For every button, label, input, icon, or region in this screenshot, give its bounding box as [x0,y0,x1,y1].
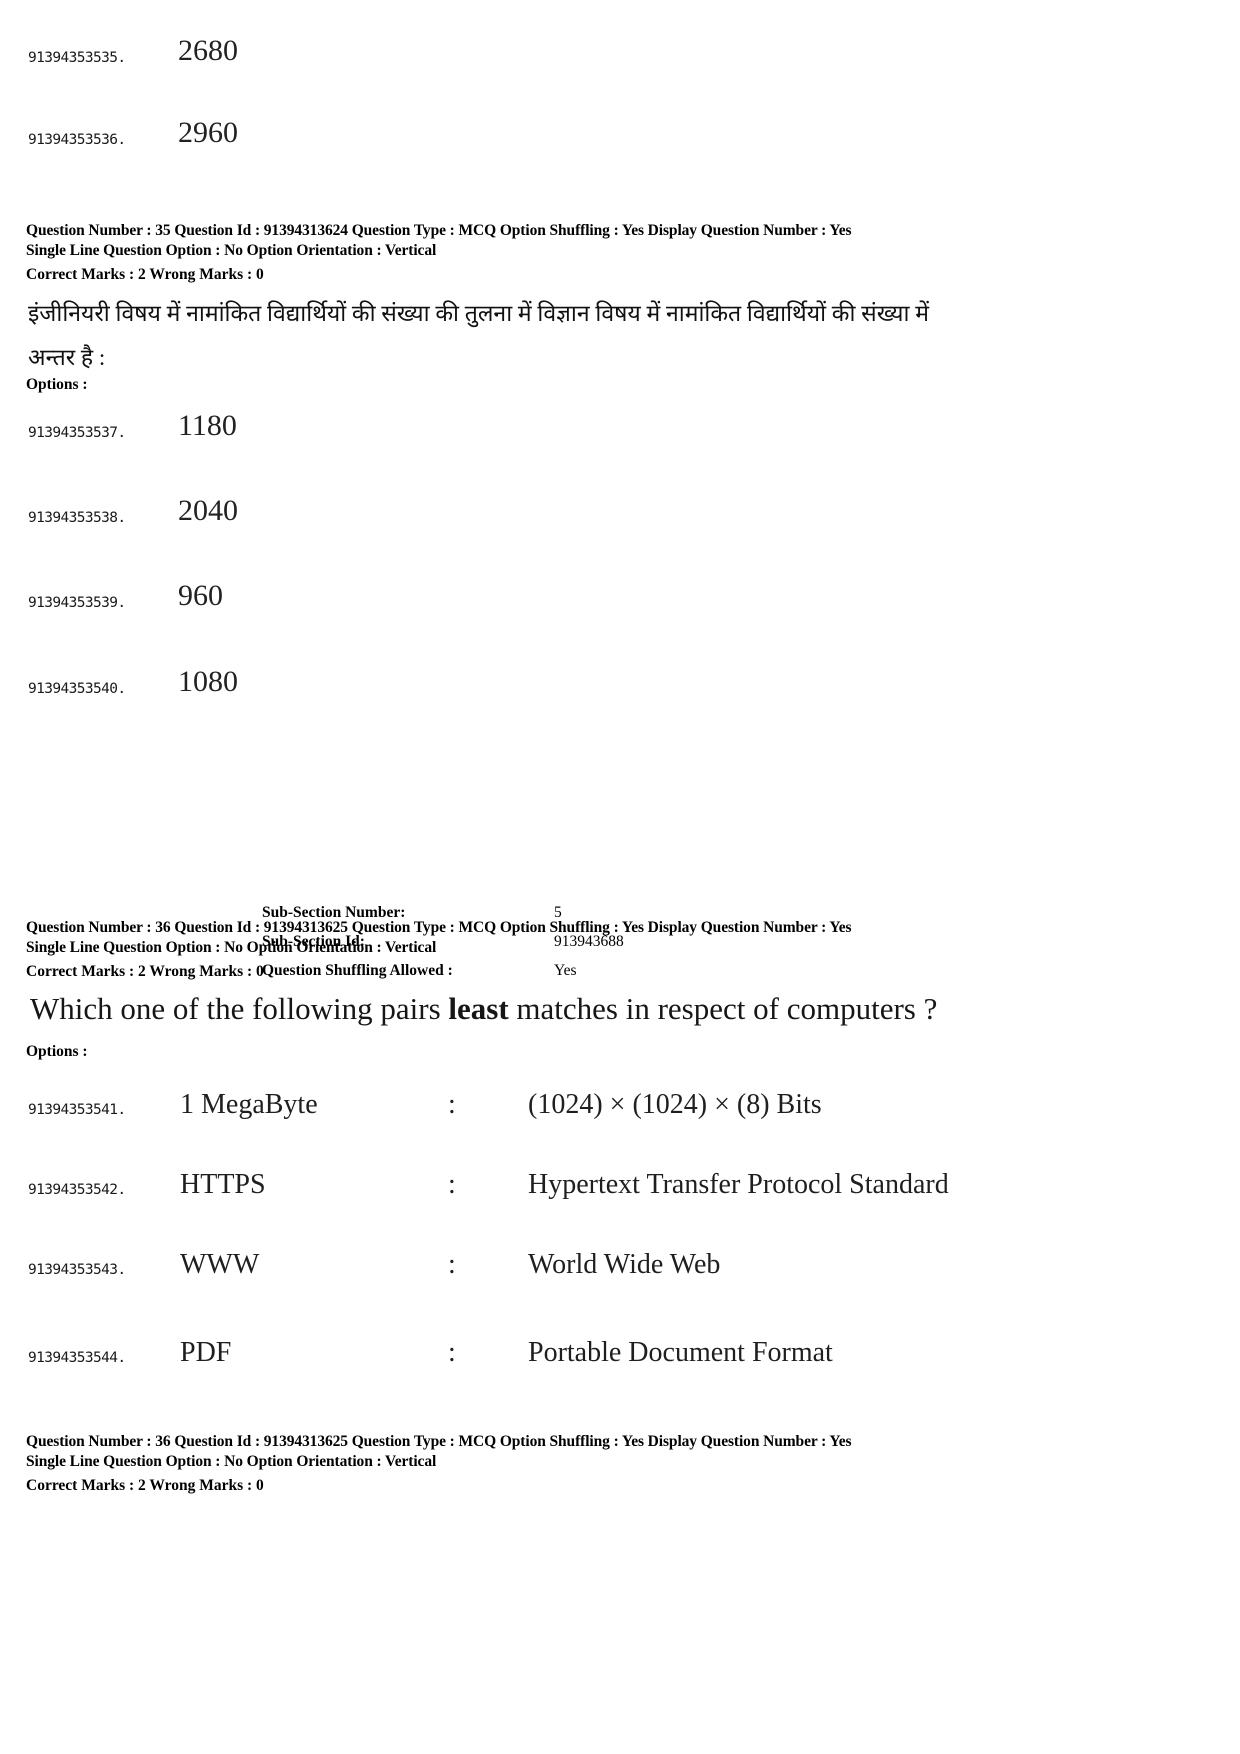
option-row[interactable]: 91394353538. 2040 [28,470,1208,530]
option-value: 2040 [178,494,238,527]
footer-question-meta: Question Number : 36 Question Id : 91394… [26,1432,852,1472]
option-row[interactable]: 91394353535. 2680 [28,10,1208,70]
option-id: 91394353536. [28,132,126,148]
option-row[interactable]: 91394353539. 960 [28,555,1208,615]
option-pair-right: World Wide Web [528,1249,721,1280]
option-value: 1180 [178,409,237,442]
option-pair-separator: : [448,1249,456,1280]
question-stem-emphasis: least [448,991,509,1026]
option-row[interactable]: 91394353543. WWW : World Wide Web [28,1220,1208,1282]
option-id: 91394353535. [28,50,126,66]
option-row[interactable]: 91394353540. 1080 [28,641,1208,701]
option-pair-left: 1 MegaByte [180,1089,318,1120]
option-pair-separator: : [448,1169,456,1200]
question-36-marks: Correct Marks : 2 Wrong Marks : 0 [26,963,264,980]
footer-meta-line-2: Single Line Question Option : No Option … [26,1453,437,1470]
question-35-meta: Question Number : 35 Question Id : 91394… [26,221,852,261]
question-stem-pre: Which one of the following pairs [30,991,449,1026]
question-stem-post: matches in respect of computers ? [508,991,938,1026]
option-value: 2680 [178,34,238,67]
footer-meta-line-1: Question Number : 36 Question Id : 91394… [26,1433,852,1450]
exam-page: 91394353535. 2680 91394353536. 2960 Ques… [0,0,1240,1754]
option-row[interactable]: 91394353537. 1180 [28,385,1208,445]
option-pair-right: Portable Document Format [528,1337,833,1368]
question-shuffling-row: Question Shuffling Allowed : Yes [262,956,624,985]
option-value: 1080 [178,665,238,698]
option-pair-left: PDF [180,1337,232,1368]
question-35-stem: इंजीनियरी विषय में नामांकित विद्यार्थियो… [28,292,1208,380]
option-id: 91394353542. [28,1182,126,1198]
option-id: 91394353540. [28,681,126,697]
option-pair-separator: : [448,1089,456,1120]
option-pair-left: HTTPS [180,1169,266,1200]
option-id: 91394353539. [28,595,126,611]
option-pair-right: (1024) × (1024) × (8) Bits [528,1089,822,1120]
question-meta-line-2: Single Line Question Option : No Option … [26,939,437,956]
option-row[interactable]: 91394353536. 2960 [28,92,1208,152]
option-id: 91394353544. [28,1350,126,1366]
option-row[interactable]: 91394353541. 1 MegaByte : (1024) × (1024… [28,1060,1208,1122]
option-pair-left: WWW [180,1249,260,1280]
question-stem-line-2: अन्तर है : [28,345,106,370]
question-meta-line-2: Single Line Question Option : No Option … [26,242,437,259]
footer-marks: Correct Marks : 2 Wrong Marks : 0 [26,1477,264,1494]
question-shuffling-value: Yes [554,962,577,979]
question-meta-line-1: Question Number : 35 Question Id : 91394… [26,222,852,239]
question-meta-line-1: Question Number : 36 Question Id : 91394… [26,919,852,936]
options-label: Options : [26,1043,88,1060]
question-shuffling-label: Question Shuffling Allowed : [262,962,453,979]
option-pair-separator: : [448,1337,456,1368]
question-36-stem: Which one of the following pairs least m… [30,990,1210,1028]
question-36-meta: Question Number : 36 Question Id : 91394… [26,918,852,958]
option-id: 91394353538. [28,510,126,526]
option-row[interactable]: 91394353542. HTTPS : Hypertext Transfer … [28,1140,1208,1202]
question-stem-line-1: इंजीनियरी विषय में नामांकित विद्यार्थियो… [28,301,929,326]
option-value: 960 [178,579,223,612]
option-id: 91394353537. [28,425,126,441]
question-35-marks: Correct Marks : 2 Wrong Marks : 0 [26,266,264,283]
option-id: 91394353541. [28,1102,126,1118]
option-row[interactable]: 91394353544. PDF : Portable Document For… [28,1308,1208,1370]
option-pair-right: Hypertext Transfer Protocol Standard [528,1169,949,1200]
option-id: 91394353543. [28,1262,126,1278]
option-value: 2960 [178,116,238,149]
